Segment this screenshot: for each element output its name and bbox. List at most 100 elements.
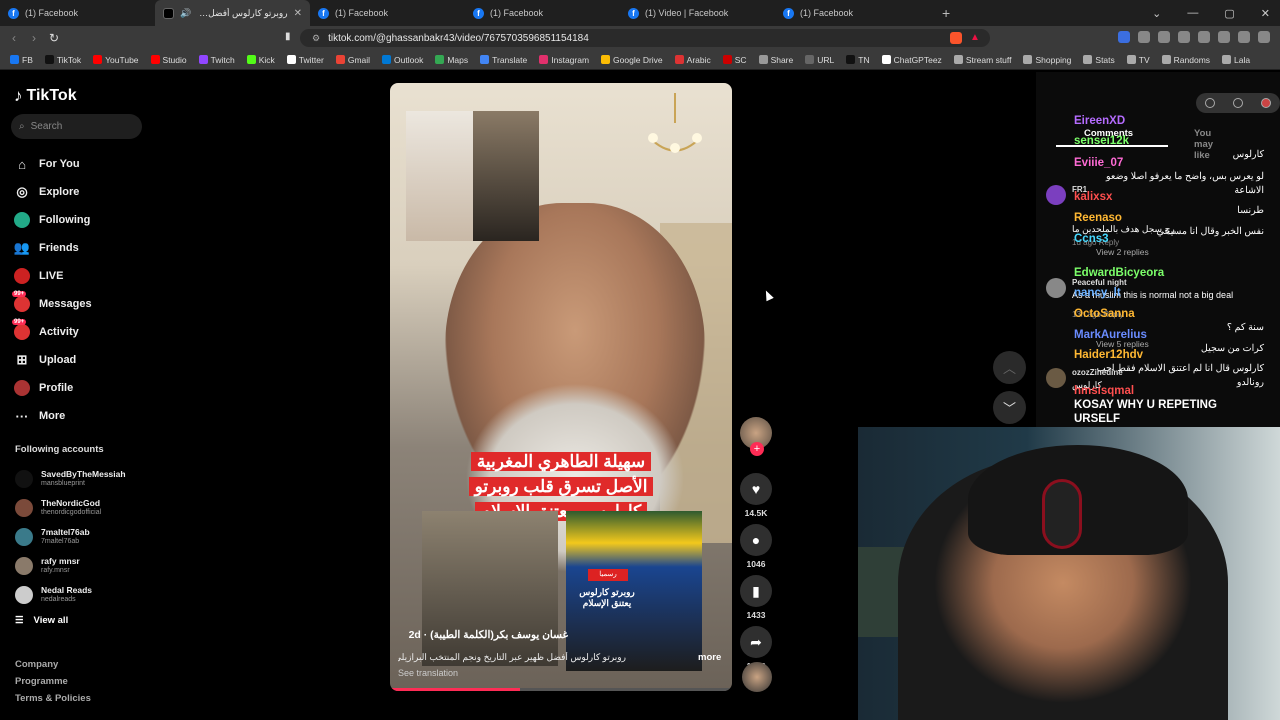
close-window-icon[interactable]: ✕ (1261, 7, 1270, 20)
commenter-avatar[interactable] (1046, 185, 1066, 205)
save-button[interactable]: ▮ (740, 575, 772, 607)
bookmark-item[interactable]: TN (846, 55, 870, 65)
sidebar-item-upload[interactable]: ⊞ Upload (14, 346, 92, 374)
see-translation-link[interactable]: See translation (398, 668, 458, 678)
footer-terms[interactable]: Terms & Policies (15, 690, 91, 707)
new-tab-icon[interactable]: + (942, 5, 950, 21)
tab-facebook-2[interactable]: f (1) Facebook (310, 0, 465, 26)
bookmark-icon[interactable]: ▮ (285, 31, 291, 42)
minimize-icon[interactable]: — (1187, 7, 1198, 19)
bookmark-item[interactable]: Gmail (335, 55, 370, 65)
following-account[interactable]: SavedByTheMessiah mansblueprint (15, 464, 126, 493)
extension-icon[interactable] (1118, 31, 1130, 43)
sidebar-item-messages[interactable]: 99+ Messages (12, 290, 92, 318)
maximize-icon[interactable]: ▢ (1224, 7, 1234, 20)
tiktok-logo[interactable]: ♪ TikTok (14, 86, 77, 106)
bookmark-label: FB (22, 54, 33, 65)
commenter-avatar[interactable] (1046, 278, 1066, 298)
bookmark-item[interactable]: Instagram (539, 55, 589, 65)
bookmark-item[interactable]: Translate (480, 55, 527, 65)
sidebar-icon[interactable] (1158, 31, 1170, 43)
tab-facebook-1[interactable]: f (1) Facebook (0, 0, 155, 26)
site-info-icon[interactable]: ⚙ (312, 33, 320, 44)
next-video-button[interactable]: ﹀ (993, 391, 1026, 424)
following-account[interactable]: Nedal Reads nedalreads (15, 580, 126, 609)
sidebar-item-profile[interactable]: Profile (14, 374, 92, 402)
video-progress-bar[interactable] (390, 688, 732, 691)
brave-shield-icon[interactable] (950, 32, 962, 44)
following-account[interactable]: rafy mnsr rafy.mnsr (15, 551, 126, 580)
view-all-link[interactable]: ☰ View all (15, 615, 68, 626)
comment-button[interactable]: ● (740, 524, 772, 556)
bookmark-favicon-icon (1161, 55, 1171, 64)
brave-rewards-icon[interactable]: ▲ (970, 32, 980, 43)
bookmark-item[interactable]: Randoms (1161, 55, 1210, 65)
wallet-icon[interactable] (1198, 31, 1210, 43)
like-button[interactable]: ♥ (740, 473, 772, 505)
user-avatar[interactable] (1261, 98, 1271, 108)
account-handle: thenordicgodofficial (41, 509, 102, 516)
bookmark-item[interactable]: Lala (1222, 55, 1250, 65)
search-input[interactable]: ⌕ Search (11, 114, 142, 139)
menu-icon[interactable] (1258, 31, 1270, 43)
bookmark-item[interactable]: Studio (150, 55, 187, 65)
url-field[interactable]: ⚙ tiktok.com/@ghassanbakr43/video/767570… (300, 29, 990, 47)
back-icon[interactable]: ‹ (4, 31, 24, 45)
tab-facebook-4[interactable]: f (1) Facebook (775, 0, 930, 26)
more-button[interactable]: more (698, 652, 721, 663)
tab-facebook-3[interactable]: f (1) Facebook (465, 0, 620, 26)
bookmark-item[interactable]: TV (1126, 55, 1150, 65)
bookmark-item[interactable]: YouTube (93, 55, 139, 65)
bookmark-item[interactable]: Share (758, 55, 793, 65)
bookmark-item[interactable]: TikTok (44, 55, 81, 65)
bookmark-item[interactable]: Outlook (382, 55, 423, 65)
bookmark-item[interactable]: Maps (435, 55, 468, 65)
creator-avatar[interactable]: + (740, 417, 772, 456)
bookmark-favicon-icon (758, 55, 768, 64)
tab-tiktok-active[interactable]: 🔊 روبرتو كارلوس أفضل ظهير عبر ✕ (155, 0, 310, 26)
close-tab-icon[interactable]: ✕ (294, 8, 302, 19)
reading-list-icon[interactable] (1178, 31, 1190, 43)
phone-icon[interactable] (1233, 98, 1243, 108)
bookmark-item[interactable]: Stats (1083, 55, 1115, 65)
bookmark-item[interactable]: Stream stuff (953, 55, 1011, 65)
music-disc-avatar[interactable] (742, 662, 772, 692)
tab-facebook-video[interactable]: f (1) Video | Facebook (620, 0, 775, 26)
video-player[interactable]: سهيلة الطاهري المغربية الأصل تسرق قلب رو… (390, 83, 732, 691)
bookmark-item[interactable]: URL (805, 55, 834, 65)
footer-company[interactable]: Company (15, 656, 91, 673)
view-replies-link[interactable]: View 2 replies (1096, 247, 1149, 257)
sidebar-item-explore[interactable]: ◎ Explore (14, 178, 92, 206)
puzzle-extension-icon[interactable] (1138, 31, 1150, 43)
bookmark-item[interactable]: FB (10, 55, 33, 65)
bookmark-item[interactable]: Twitter (286, 55, 324, 65)
sidebar-item-more[interactable]: ··· More (14, 402, 92, 430)
bookmark-item[interactable]: ChatGPTeez (881, 55, 942, 65)
bookmark-item[interactable]: Kick (246, 55, 275, 65)
bookmark-item[interactable]: Google Drive (601, 55, 663, 65)
vpn-icon[interactable] (1218, 31, 1230, 43)
following-account[interactable]: TheNordicGod thenordicgodofficial (15, 493, 126, 522)
following-account[interactable]: 7maltel76ab 7maltel76ab (15, 522, 126, 551)
settings-icon[interactable] (1205, 98, 1215, 108)
tab-search-icon[interactable]: ⌄ (1152, 7, 1161, 20)
bookmark-item[interactable]: Arabic (674, 55, 711, 65)
sidebar-item-friends[interactable]: 👥 Friends (14, 234, 92, 262)
bookmark-item[interactable]: Shopping (1023, 55, 1071, 65)
bookmark-item[interactable]: Twitch (198, 55, 235, 65)
video-author[interactable]: غسان يوسف بكر(الكلمة الطيبة) · 2d (398, 629, 568, 641)
follow-plus-icon[interactable]: + (750, 442, 764, 456)
share-button[interactable]: ➦ (740, 626, 772, 658)
sidebar-item-live[interactable]: LIVE (14, 262, 92, 290)
bookmark-item[interactable]: SC (722, 55, 747, 65)
speaker-icon[interactable]: 🔊 (180, 8, 191, 19)
previous-video-button[interactable]: ︿ (993, 351, 1026, 384)
commenter-avatar[interactable] (1046, 368, 1066, 388)
reload-icon[interactable]: ↻ (44, 31, 64, 45)
footer-programme[interactable]: Programme (15, 673, 91, 690)
sidebar-item-following[interactable]: Following (14, 206, 92, 234)
leo-icon[interactable] (1238, 31, 1250, 43)
sidebar-item-activity[interactable]: 99+ Activity (12, 318, 92, 346)
sidebar-item-for-you[interactable]: ⌂ For You (14, 150, 92, 178)
forward-icon[interactable]: › (24, 31, 44, 45)
